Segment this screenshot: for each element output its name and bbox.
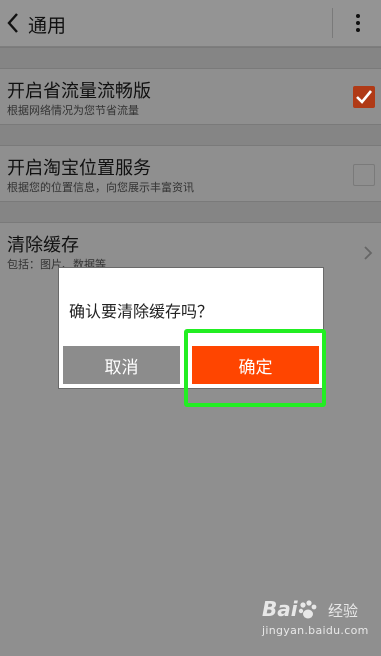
data-saver-checkbox[interactable]: [353, 86, 375, 108]
chevron-right-icon: [364, 246, 373, 260]
setting-label: 开启省流量流畅版: [7, 81, 151, 102]
chevron-left-icon[interactable]: [4, 11, 24, 35]
location-service-checkbox[interactable]: [353, 164, 375, 186]
section-divider: [0, 47, 381, 69]
watermark-brand: Bai: [262, 597, 298, 621]
watermark-url: jingyan.baidu.com: [262, 624, 369, 637]
watermark-brand-suffix: 经验: [328, 602, 359, 620]
setting-description: 根据您的位置信息，向您展示丰富资讯: [7, 181, 194, 194]
setting-label: 开启淘宝位置服务: [7, 158, 151, 179]
dialog-message: 确认要清除缓存吗？: [69, 302, 214, 321]
section-divider: [0, 201, 381, 223]
checkmark-icon: [356, 90, 373, 104]
highlight-box: [184, 329, 326, 407]
setting-description: 根据网络情况为您节省流量: [7, 104, 139, 117]
toolbar-divider: [332, 8, 333, 38]
more-vertical-icon[interactable]: [350, 12, 366, 36]
section-divider: [0, 124, 381, 146]
setting-label: 清除缓存: [7, 235, 79, 256]
baidu-jingyan-watermark: Bai 经验 jingyan.baidu.com: [262, 597, 372, 647]
page-title: 通用: [28, 15, 67, 37]
top-bar: 通用: [0, 0, 381, 47]
setting-row-location-service[interactable]: 开启淘宝位置服务 根据您的位置信息，向您展示丰富资讯: [0, 146, 381, 200]
cancel-button[interactable]: 取消: [63, 346, 180, 384]
setting-row-data-saver[interactable]: 开启省流量流畅版 根据网络情况为您节省流量: [0, 69, 381, 123]
paw-icon: [298, 600, 317, 619]
